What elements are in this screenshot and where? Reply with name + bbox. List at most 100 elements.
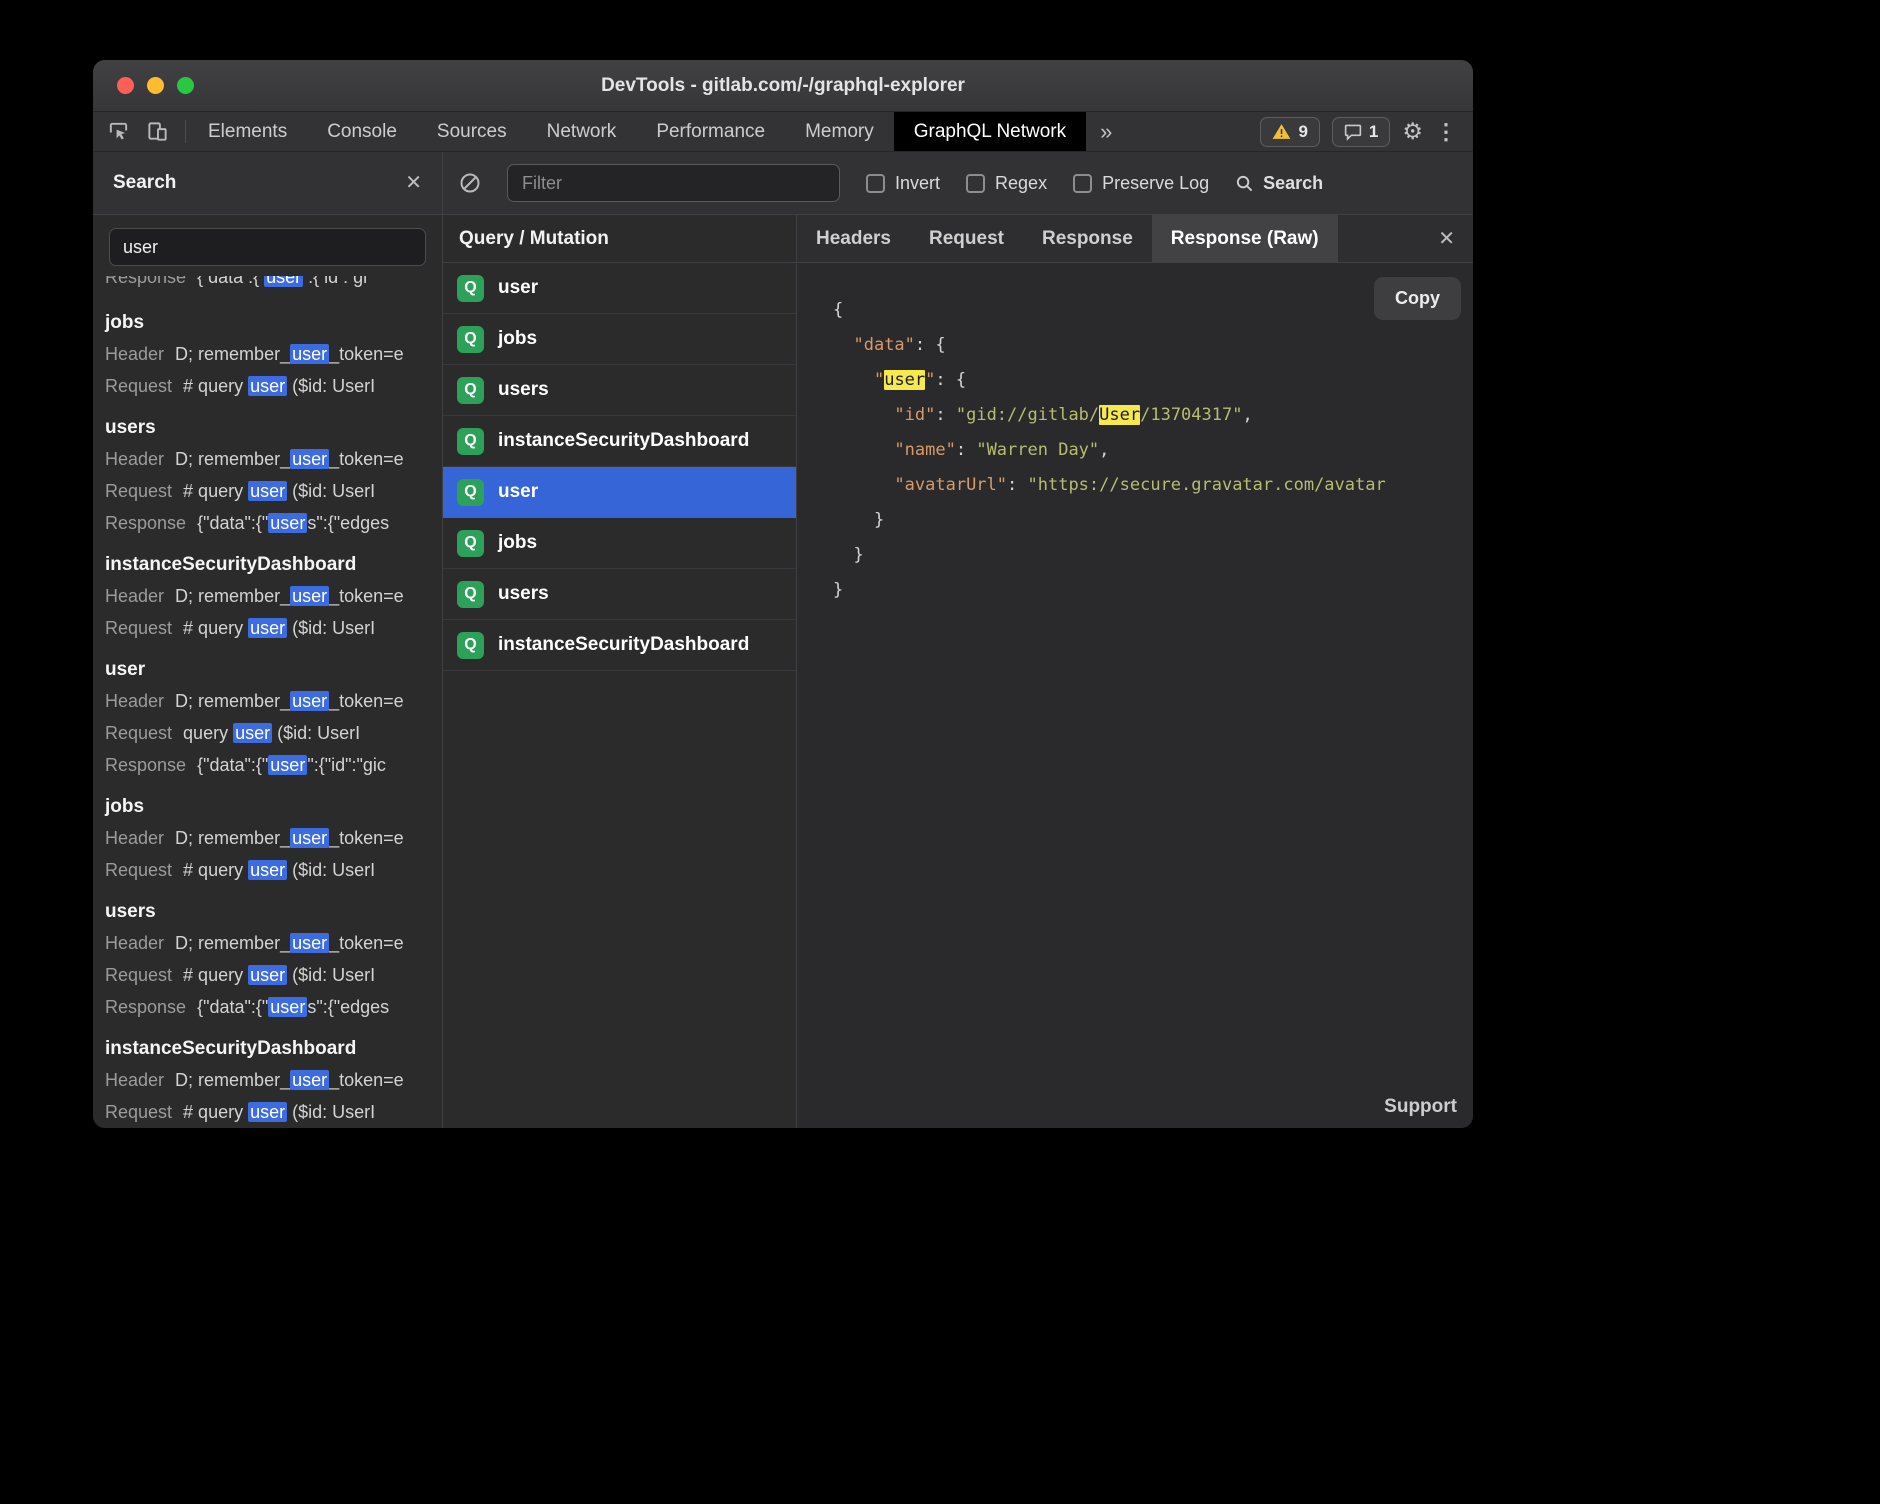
query-row-label: users	[498, 583, 549, 605]
json-token: "	[925, 370, 935, 390]
search-panel-close-icon[interactable]: ✕	[405, 173, 422, 193]
checkbox-preserve-log[interactable]: Preserve Log	[1073, 173, 1209, 194]
search-result-line[interactable]: HeaderD; remember_user_token=e	[105, 1068, 432, 1093]
detail-tab-request[interactable]: Request	[910, 215, 1023, 262]
tabbar-divider	[185, 120, 186, 143]
detail-body: { "data": { "user": { "id": "gid://gitla…	[797, 263, 1473, 1128]
query-type-badge: Q	[457, 530, 484, 557]
close-window-button[interactable]	[117, 77, 134, 94]
tab-sources[interactable]: Sources	[417, 112, 527, 151]
query-list: QuserQjobsQusersQinstanceSecurityDashboa…	[443, 263, 796, 1128]
result-line-label: Response	[105, 276, 186, 287]
result-text: ($id: UserI	[287, 376, 375, 396]
search-result-line[interactable]: HeaderD; remember_user_token=e	[105, 447, 432, 472]
toolbar-search-button[interactable]: Search	[1235, 173, 1323, 194]
json-token	[833, 405, 894, 425]
query-type-badge: Q	[457, 275, 484, 302]
tab-console[interactable]: Console	[307, 112, 417, 151]
result-match-highlight: user	[268, 997, 307, 1017]
checkbox-invert[interactable]: Invert	[866, 173, 940, 194]
query-row-users[interactable]: Qusers	[443, 569, 796, 620]
clear-network-log-icon[interactable]	[459, 172, 481, 194]
result-text: _token=e	[329, 933, 404, 953]
search-result-title: instanceSecurityDashboard	[105, 1037, 432, 1061]
json-token: :	[935, 370, 955, 390]
json-token: {	[935, 335, 945, 355]
search-result-line[interactable]: Response{"data":{"user":{"id":"gic	[105, 753, 432, 778]
json-line: }	[833, 503, 1473, 538]
result-text: # query	[183, 376, 248, 396]
json-token: "name"	[894, 440, 955, 460]
content-area: Response{ data :{ user :{ id : gi jobsHe…	[93, 215, 1473, 1128]
clipped-result-row[interactable]: Response{ data :{ user :{ id : gi	[105, 276, 432, 294]
device-toolbar-icon[interactable]	[146, 120, 169, 143]
result-match-highlight: user	[248, 481, 287, 501]
query-row-instancesecuritydashboard[interactable]: QinstanceSecurityDashboard	[443, 416, 796, 467]
tab-performance[interactable]: Performance	[636, 112, 785, 151]
copy-button[interactable]: Copy	[1374, 277, 1461, 320]
search-panel: Response{ data :{ user :{ id : gi jobsHe…	[93, 215, 443, 1128]
query-row-user[interactable]: Quser	[443, 263, 796, 314]
result-text: # query	[183, 1102, 248, 1122]
search-result-line[interactable]: Request# query user ($id: UserI	[105, 479, 432, 504]
query-row-jobs[interactable]: Qjobs	[443, 314, 796, 365]
checkbox-regex[interactable]: Regex	[966, 173, 1047, 194]
query-row-instancesecuritydashboard[interactable]: QinstanceSecurityDashboard	[443, 620, 796, 671]
search-panel-title: Search	[113, 172, 176, 194]
result-text: _token=e	[329, 344, 404, 364]
tab-elements[interactable]: Elements	[188, 112, 307, 151]
detail-tab-response-raw[interactable]: Response (Raw)	[1152, 215, 1338, 262]
query-row-user[interactable]: Quser	[443, 467, 796, 518]
warnings-badge[interactable]: 9	[1260, 117, 1319, 147]
search-result-line[interactable]: Response{"data":{"users":{"edges	[105, 995, 432, 1020]
detail-tab-headers[interactable]: Headers	[797, 215, 910, 262]
json-line: "name": "Warren Day",	[833, 433, 1473, 468]
search-result-line[interactable]: Request# query user ($id: UserI	[105, 616, 432, 641]
tab-memory[interactable]: Memory	[785, 112, 894, 151]
query-row-jobs[interactable]: Qjobs	[443, 518, 796, 569]
search-result-line[interactable]: Request# query user ($id: UserI	[105, 963, 432, 988]
search-result-line[interactable]: Request# query user ($id: UserI	[105, 858, 432, 883]
search-result-line[interactable]: Request# query user ($id: UserI	[105, 374, 432, 399]
query-row-users[interactable]: Qusers	[443, 365, 796, 416]
search-input[interactable]	[109, 228, 426, 266]
warning-count: 9	[1298, 122, 1307, 142]
filter-input[interactable]	[507, 164, 840, 202]
support-link[interactable]: Support	[1384, 1096, 1457, 1118]
query-row-label: user	[498, 277, 538, 299]
json-token: :	[1007, 475, 1027, 495]
message-bubble-icon	[1344, 123, 1362, 141]
tab-network[interactable]: Network	[527, 112, 637, 151]
search-result-line[interactable]: HeaderD; remember_user_token=e	[105, 342, 432, 367]
search-result-line[interactable]: Response{ data :{ user :{ id : gi	[105, 276, 432, 290]
json-match-highlight: user	[884, 370, 925, 390]
settings-gear-icon[interactable]: ⚙	[1402, 120, 1423, 143]
search-result-line[interactable]: Request# query user ($id: UserI	[105, 1100, 432, 1125]
result-text: s":{"edges	[307, 997, 389, 1017]
tab-graphql-network[interactable]: GraphQL Network	[894, 112, 1086, 151]
result-match-highlight: user	[248, 618, 287, 638]
detail-tab-response[interactable]: Response	[1023, 215, 1152, 262]
messages-badge[interactable]: 1	[1332, 117, 1390, 147]
result-match-highlight: user	[248, 376, 287, 396]
search-result-line[interactable]: HeaderD; remember_user_token=e	[105, 931, 432, 956]
search-result-line[interactable]: HeaderD; remember_user_token=e	[105, 689, 432, 714]
query-row-label: users	[498, 379, 549, 401]
search-result-line[interactable]: HeaderD; remember_user_token=e	[105, 584, 432, 609]
more-tabs-chevron[interactable]: »	[1086, 112, 1126, 151]
query-type-badge: Q	[457, 326, 484, 353]
inspect-element-icon[interactable]	[107, 120, 130, 143]
search-result-line[interactable]: Response{"data":{"users":{"edges	[105, 511, 432, 536]
search-result-line[interactable]: HeaderD; remember_user_token=e	[105, 826, 432, 851]
query-type-badge: Q	[457, 632, 484, 659]
result-match-highlight: user	[248, 860, 287, 880]
devtools-window: DevTools - gitlab.com/-/graphql-explorer…	[93, 60, 1473, 1128]
kebab-menu-icon[interactable]: ⋮	[1435, 121, 1457, 143]
search-result-line[interactable]: Requestquery user ($id: UserI	[105, 721, 432, 746]
result-text: query	[183, 723, 233, 743]
zoom-window-button[interactable]	[177, 77, 194, 94]
result-line-label: Request	[105, 723, 172, 743]
detail-close-icon[interactable]: ✕	[1438, 229, 1455, 249]
query-panel-title: Query / Mutation	[443, 215, 796, 263]
minimize-window-button[interactable]	[147, 77, 164, 94]
